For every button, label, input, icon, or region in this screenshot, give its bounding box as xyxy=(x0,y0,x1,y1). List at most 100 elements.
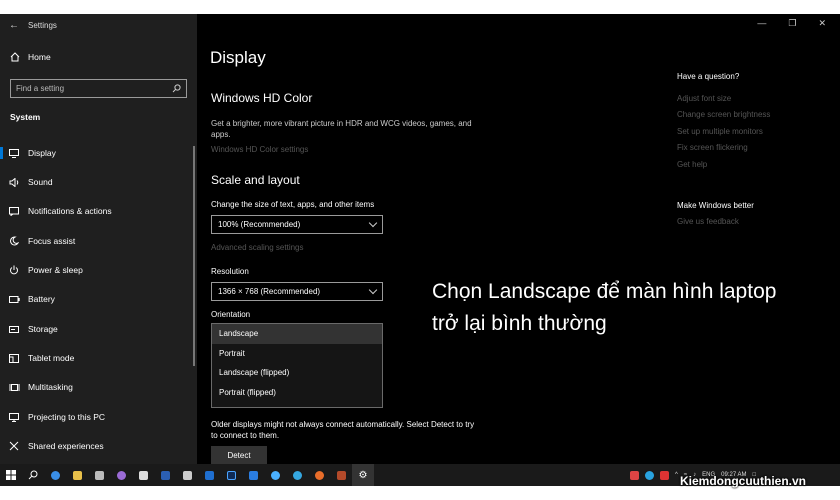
monitor-icon xyxy=(0,148,28,158)
photos-icon[interactable] xyxy=(176,464,198,486)
home-icon xyxy=(10,52,20,62)
sidebar-item-label: Focus assist xyxy=(28,236,76,246)
edge-icon[interactable] xyxy=(44,464,66,486)
home-link[interactable]: Home xyxy=(10,52,51,62)
sidebar-item-projecting[interactable]: Projecting to this PC xyxy=(0,406,197,428)
power-icon xyxy=(0,265,28,275)
orientation-label: Orientation xyxy=(211,310,251,319)
taskbar-search-icon[interactable] xyxy=(22,464,44,486)
title-bar: ← Settings xyxy=(0,14,197,36)
link-get-help[interactable]: Get help xyxy=(677,160,707,169)
search-icon xyxy=(172,84,181,93)
chevron-down-icon xyxy=(368,218,378,228)
app-icon[interactable] xyxy=(132,464,154,486)
moon-icon xyxy=(0,236,28,246)
word-icon[interactable] xyxy=(154,464,176,486)
watermark: Kiemdongcuuthien.vn xyxy=(680,474,806,488)
sidebar-item-shared-experiences[interactable]: Shared experiences xyxy=(0,435,197,457)
display-settings-pane: — ❐ ✕ Display Windows HD Color Get a bri… xyxy=(197,14,840,464)
sidebar-item-label: Multitasking xyxy=(28,382,73,392)
settings-gear-icon[interactable]: ⚙ xyxy=(352,464,374,486)
detect-button[interactable]: Detect xyxy=(211,446,267,464)
hd-color-description: Get a brighter, more vibrant picture in … xyxy=(211,119,472,139)
sidebar-item-label: Storage xyxy=(28,324,58,334)
zalo-icon[interactable] xyxy=(242,464,264,486)
telegram-icon[interactable] xyxy=(286,464,308,486)
sidebar-item-label: Battery xyxy=(28,294,55,304)
maps-icon[interactable] xyxy=(110,464,132,486)
link-fix-flickering[interactable]: Fix screen flickering xyxy=(677,143,748,152)
link-multiple-monitors[interactable]: Set up multiple monitors xyxy=(677,127,763,136)
chat-icon[interactable] xyxy=(264,464,286,486)
detect-description: Older displays might not always connect … xyxy=(211,420,475,440)
instruction-overlay-text: Chọn Landscape để màn hình laptop trở lạ… xyxy=(432,280,777,335)
minimize-icon[interactable]: — xyxy=(757,18,766,29)
sidebar-item-tablet-mode[interactable]: Tablet mode xyxy=(0,347,197,369)
link-adjust-font-size[interactable]: Adjust font size xyxy=(677,94,731,103)
storage-icon xyxy=(0,325,28,333)
resolution-value: 1366 × 768 (Recommended) xyxy=(218,287,321,296)
search-input[interactable]: Find a setting xyxy=(10,79,187,98)
make-windows-better-heading: Make Windows better xyxy=(677,201,754,210)
skype-icon[interactable] xyxy=(645,470,654,480)
chevron-up-icon[interactable]: ^ xyxy=(675,472,678,478)
search-placeholder: Find a setting xyxy=(16,84,65,93)
game-icon[interactable] xyxy=(330,464,352,486)
home-label: Home xyxy=(28,52,51,62)
close-icon[interactable]: ✕ xyxy=(818,18,826,29)
size-label: Change the size of text, apps, and other… xyxy=(211,200,375,209)
tablet-icon xyxy=(0,353,28,363)
sidebar-item-label: Tablet mode xyxy=(28,353,75,363)
sidebar-item-storage[interactable]: Storage xyxy=(0,318,197,340)
window-controls: — ❐ ✕ xyxy=(757,18,826,29)
store-icon[interactable] xyxy=(88,464,110,486)
photoshop-icon[interactable] xyxy=(220,464,242,486)
sidebar-item-sound[interactable]: Sound xyxy=(0,171,197,193)
section-system: System xyxy=(10,112,41,122)
tray-app-icon[interactable] xyxy=(630,470,639,480)
outlook-icon[interactable] xyxy=(198,464,220,486)
multitasking-icon xyxy=(0,383,28,392)
screen: ← Settings Home Find a setting System Di… xyxy=(0,14,840,486)
sidebar-item-multitasking[interactable]: Multitasking xyxy=(0,376,197,398)
chevron-down-icon xyxy=(368,285,378,295)
sidebar-item-label: Sound xyxy=(28,177,53,187)
speaker-icon xyxy=(0,177,28,187)
orientation-option-landscape[interactable]: Landscape xyxy=(212,324,382,344)
link-give-feedback[interactable]: Give us feedback xyxy=(677,217,739,226)
sidebar-item-label: Display xyxy=(28,148,56,158)
resolution-dropdown[interactable]: 1366 × 768 (Recommended) xyxy=(211,282,383,301)
sidebar-item-label: Notifications & actions xyxy=(28,206,112,216)
window-title: Settings xyxy=(28,20,57,30)
sidebar-item-label: Shared experiences xyxy=(28,441,104,451)
scale-dropdown[interactable]: 100% (Recommended) xyxy=(211,215,383,234)
link-change-brightness[interactable]: Change screen brightness xyxy=(677,110,770,119)
resolution-label: Resolution xyxy=(211,267,249,276)
sidebar-item-focus-assist[interactable]: Focus assist xyxy=(0,230,197,252)
orientation-option-landscape-flipped[interactable]: Landscape (flipped) xyxy=(212,363,382,383)
file-explorer-icon[interactable] xyxy=(66,464,88,486)
sidebar-item-power-sleep[interactable]: Power & sleep xyxy=(0,259,197,281)
back-arrow-icon[interactable]: ← xyxy=(0,20,28,31)
scale-layout-heading: Scale and layout xyxy=(211,173,300,187)
gmail-icon[interactable] xyxy=(660,470,669,480)
sidebar-item-notifications[interactable]: Notifications & actions xyxy=(0,200,197,222)
shared-icon xyxy=(0,441,28,451)
sidebar-item-label: Projecting to this PC xyxy=(28,412,106,422)
question-heading: Have a question? xyxy=(677,72,740,81)
hd-color-settings-link[interactable]: Windows HD Color settings xyxy=(211,145,308,154)
advanced-scaling-link[interactable]: Advanced scaling settings xyxy=(211,243,304,252)
hd-color-heading: Windows HD Color xyxy=(211,91,313,105)
sidebar-scrollbar[interactable] xyxy=(193,146,195,366)
notification-icon xyxy=(0,206,28,216)
maximize-icon[interactable]: ❐ xyxy=(788,18,796,29)
sidebar-item-label: Power & sleep xyxy=(28,265,83,275)
orientation-option-portrait-flipped[interactable]: Portrait (flipped) xyxy=(212,383,382,403)
sidebar-item-display[interactable]: Display xyxy=(0,142,197,164)
sidebar-item-battery[interactable]: Battery xyxy=(0,288,197,310)
scale-value: 100% (Recommended) xyxy=(218,220,301,229)
orientation-option-portrait[interactable]: Portrait xyxy=(212,344,382,364)
firefox-icon[interactable] xyxy=(308,464,330,486)
start-icon[interactable] xyxy=(0,464,22,486)
orientation-dropdown-menu: Landscape Portrait Landscape (flipped) P… xyxy=(211,323,383,408)
